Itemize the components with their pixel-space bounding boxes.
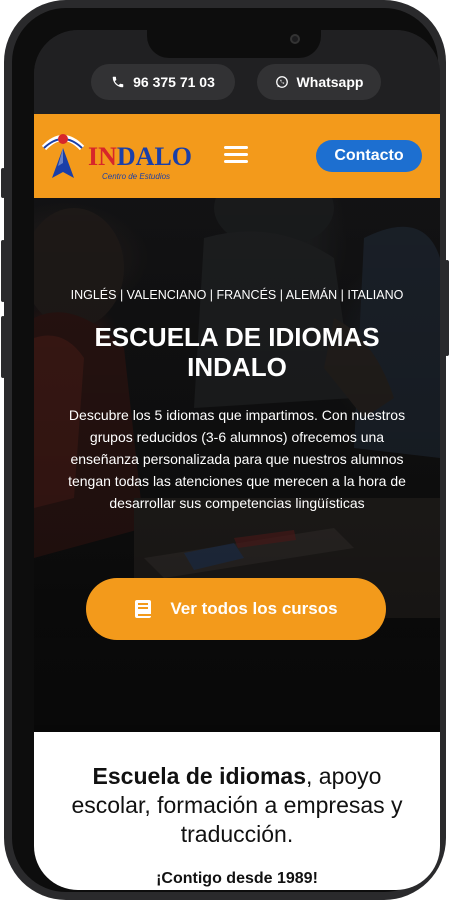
since-text: ¡Contigo desde 1989! [156,870,318,887]
book-icon [135,600,152,618]
hero-title: ESCUELA DE IDIOMAS INDALO [94,322,380,382]
intro-section: Escuela de idiomas, apoyo escolar, forma… [34,732,440,890]
languages-list: INGLÉS | VALENCIANO | FRANCÉS | ALEMÁN |… [70,288,404,302]
logo-wordmark: INDALO [88,142,192,172]
contact-button[interactable]: Contacto [316,140,422,172]
power-button [445,260,449,356]
screen: 96 375 71 03 Whatsapp INDALO Centro de E… [34,30,440,890]
phone-icon [112,76,124,88]
hero-description: Descubre los 5 idiomas que impartimos. C… [68,407,406,511]
whatsapp-button[interactable]: Whatsapp [257,64,381,100]
indalo-logo[interactable]: INDALO Centro de Estudios [40,126,192,186]
intro-tagline: Escuela de idiomas, apoyo escolar, forma… [54,762,420,849]
logo-wordmark-rest: DALO [116,142,193,171]
logo-subtitle: Centro de Estudios [102,172,171,181]
hamburger-menu-icon[interactable] [224,146,248,166]
whatsapp-icon [275,76,288,88]
logo-wordmark-accent: IN [88,142,117,171]
camera-icon [290,34,300,44]
phone-frame: 96 375 71 03 Whatsapp INDALO Centro de E… [1,0,449,900]
phone-button[interactable]: 96 375 71 03 [91,64,235,100]
hero-section: INGLÉS | VALENCIANO | FRANCÉS | ALEMÁN |… [34,198,440,732]
volume-down-button [1,316,5,378]
silent-switch [1,168,5,198]
notch [147,30,321,58]
volume-up-button [1,240,5,302]
view-courses-label: Ver todos los cursos [170,599,338,618]
view-courses-button[interactable]: Ver todos los cursos [86,578,386,640]
whatsapp-label: Whatsapp [296,74,364,90]
site-header: INDALO Centro de Estudios Contacto [34,114,440,198]
phone-number: 96 375 71 03 [133,74,215,90]
intro-tagline-bold: Escuela de idiomas [92,763,307,789]
indalo-figure-icon [41,134,85,178]
phone-bezel: 96 375 71 03 Whatsapp INDALO Centro de E… [12,8,440,892]
